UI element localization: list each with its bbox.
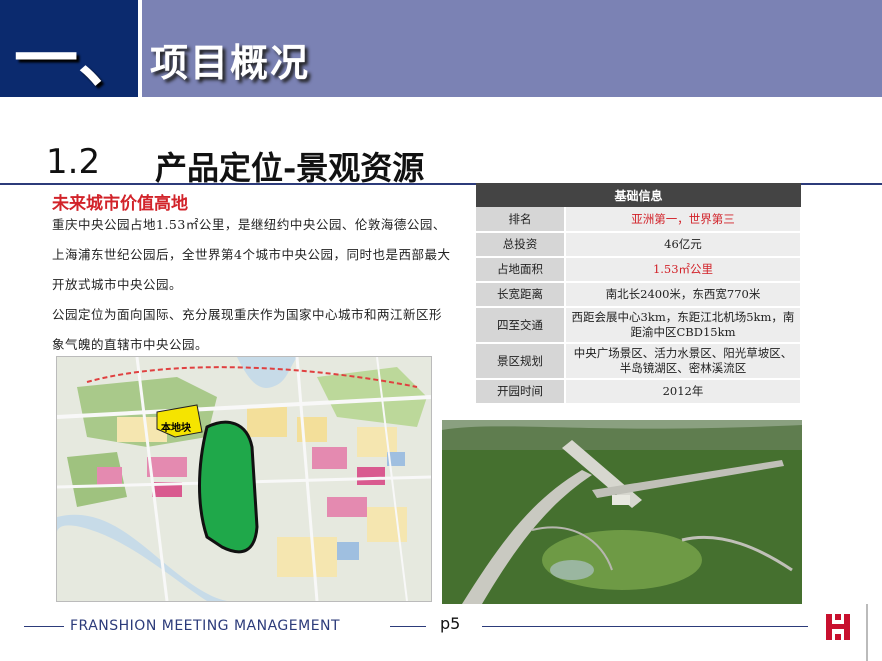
table-row: 开园时间 2012年	[476, 379, 802, 405]
site-label: 本地块	[161, 423, 191, 434]
table-key: 长宽距离	[476, 282, 566, 308]
table-key: 排名	[476, 207, 566, 233]
info-table: 基础信息 排名 亚洲第一，世界第三 总投资 46亿元 占地面积 1.53㎡公里 …	[476, 183, 802, 405]
table-row: 占地面积 1.53㎡公里	[476, 257, 802, 283]
table-row: 排名 亚洲第一，世界第三	[476, 207, 802, 233]
table-key: 开园时间	[476, 379, 566, 405]
footer-company-name: FRANSHION MEETING MANAGEMENT	[70, 618, 341, 634]
page-title: 项目概况	[150, 40, 311, 85]
table-value: 西距会展中心3km，东距江北机场5km，南距渝中区CBD15km	[565, 307, 802, 344]
footer-rule-right	[482, 626, 808, 627]
table-row: 四至交通 西距会展中心3km，东距江北机场5km，南距渝中区CBD15km	[476, 307, 802, 344]
info-table-header: 基础信息	[476, 183, 801, 207]
park-aerial-photo	[442, 420, 802, 604]
table-key: 四至交通	[476, 307, 566, 344]
content-paragraphs: 重庆中央公园占地1.53㎡公里，是继纽约中央公园、伦敦海德公园、上海浦东世纪公园…	[52, 210, 452, 360]
table-row: 长宽距离 南北长2400米，东西宽770米	[476, 282, 802, 308]
company-logo-icon	[822, 612, 854, 642]
table-key: 总投资	[476, 232, 566, 258]
paragraph-1: 重庆中央公园占地1.53㎡公里，是继纽约中央公园、伦敦海德公园、上海浦东世纪公园…	[52, 217, 451, 292]
footer-rule-mid	[390, 626, 426, 627]
table-value: 1.53㎡公里	[565, 257, 802, 283]
section-number: 1.2	[46, 142, 101, 182]
table-row: 景区规划 中央广场景区、活力水景区、阳光草坡区、半岛镜湖区、密林溪流区	[476, 343, 802, 380]
page-number: p5	[440, 614, 461, 633]
table-value: 中央广场景区、活力水景区、阳光草坡区、半岛镜湖区、密林溪流区	[565, 343, 802, 380]
table-value: 2012年	[565, 379, 802, 405]
table-key: 占地面积	[476, 257, 566, 283]
park-aerial-graphic	[442, 420, 802, 604]
table-row: 总投资 46亿元	[476, 232, 802, 258]
footer-rule-left	[24, 626, 64, 627]
table-value: 亚洲第一，世界第三	[565, 207, 802, 233]
paragraph-2: 公园定位为面向国际、充分展现重庆作为国家中心城市和两江新区形象气魄的直辖市中央公…	[52, 307, 443, 352]
chapter-number: 一、	[14, 23, 142, 97]
table-value: 46亿元	[565, 232, 802, 258]
footer-vertical-divider	[866, 604, 868, 661]
site-map-graphic	[57, 357, 431, 601]
table-key: 景区规划	[476, 343, 566, 380]
table-value: 南北长2400米，东西宽770米	[565, 282, 802, 308]
site-map: 本地块	[56, 356, 432, 602]
